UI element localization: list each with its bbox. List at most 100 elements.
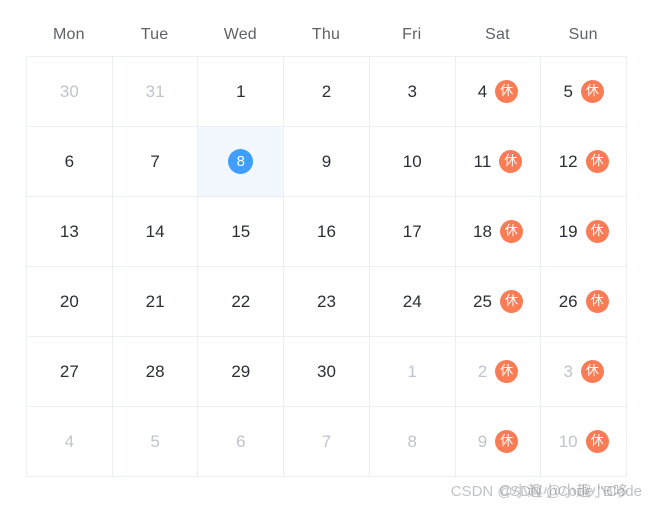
day-number: 19: [558, 222, 578, 241]
calendar-day-cell[interactable]: 21: [112, 267, 199, 337]
day-cell-content: 7: [113, 127, 198, 196]
calendar-day-cell[interactable]: 23: [284, 267, 370, 337]
calendar-day-cell[interactable]: 24: [369, 267, 456, 337]
calendar-day-cell[interactable]: 15: [198, 197, 285, 267]
calendar-day-cell[interactable]: 7: [284, 407, 370, 477]
day-number: 18: [472, 222, 492, 241]
weekday-label-fri: Fri: [402, 26, 422, 43]
holiday-badge-icon: 休: [499, 150, 523, 173]
day-number: 14: [145, 222, 165, 241]
day-cell-content: 8: [370, 407, 455, 476]
calendar-day-cell[interactable]: 18 休: [455, 197, 542, 267]
day-cell-content: 5: [113, 407, 198, 476]
day-number: 23: [317, 292, 336, 311]
day-number: 30: [59, 82, 79, 101]
calendar-day-cell[interactable]: 5: [112, 407, 199, 477]
day-number: 17: [402, 222, 422, 241]
day-cell-content: 18 休: [456, 197, 541, 266]
day-cell-content: 25 休: [456, 267, 541, 336]
calendar-day-cell[interactable]: 10: [369, 127, 456, 197]
calendar-day-cell[interactable]: 11 休: [455, 127, 542, 197]
day-number: 24: [402, 292, 422, 311]
calendar-day-cell[interactable]: 13: [27, 197, 113, 267]
calendar-day-cell[interactable]: 1: [198, 57, 285, 127]
calendar-day-cell[interactable]: 6: [27, 127, 113, 197]
calendar-day-cell[interactable]: 29: [198, 337, 285, 407]
calendar-day-cell[interactable]: 26 休: [541, 267, 628, 337]
calendar-day-cell[interactable]: 5休: [541, 57, 628, 127]
day-cell-content: 6: [27, 127, 112, 196]
holiday-badge-icon: 休: [495, 360, 519, 383]
calendar-day-cell[interactable]: 1: [369, 337, 456, 407]
calendar-day-cell[interactable]: 2休: [455, 337, 542, 407]
day-cell-content: 8: [198, 127, 283, 196]
day-cell-content: 4休: [456, 57, 541, 126]
day-number: 12: [558, 152, 578, 171]
calendar-day-cell[interactable]: 28: [112, 337, 199, 407]
day-cell-content: 4: [27, 407, 112, 476]
day-number: 6: [64, 152, 75, 171]
day-number: 31: [145, 82, 165, 101]
day-cell-content: 10 休: [541, 407, 626, 476]
calendar-day-cell[interactable]: 27: [27, 337, 113, 407]
day-number: 7: [150, 152, 160, 171]
day-number: 4: [64, 432, 75, 451]
weekday-label-tue: Tue: [140, 26, 169, 43]
watermark-text-secondary: CSDN @小趣小Code "B哆: [450, 483, 628, 500]
holiday-badge-icon: 休: [499, 290, 523, 313]
day-cell-content: 30: [284, 337, 369, 406]
day-cell-content: 27: [27, 337, 112, 406]
calendar-date-grid: 30 31 1 2 3 4 休 5 休 6 7 8 9 10 11 休 12 休 13 14 15 16 17 18 休 19 休 2…: [26, 56, 628, 477]
day-number: 28: [145, 362, 165, 381]
calendar-day-cell[interactable]: 4休: [455, 57, 542, 127]
calendar-week-row: 6 7 8 9 10 11 休 12 休: [27, 127, 628, 197]
day-cell-content: 11 休: [456, 127, 541, 196]
day-cell-content: 24: [370, 267, 455, 336]
calendar-day-cell[interactable]: 3: [369, 57, 456, 127]
calendar-day-cell[interactable]: 31: [112, 57, 199, 127]
calendar-day-cell[interactable]: 4: [27, 407, 113, 477]
calendar-day-cell[interactable]: 19 休: [541, 197, 628, 267]
day-cell-content: 15: [198, 197, 283, 266]
day-number: 4: [477, 82, 488, 101]
day-number: 10: [402, 152, 422, 171]
calendar-day-cell[interactable]: 14: [112, 197, 199, 267]
day-number: 30: [317, 362, 336, 381]
today-marker: 8: [228, 149, 254, 174]
calendar-day-cell[interactable]: 30: [284, 337, 370, 407]
day-cell-content: 23: [284, 267, 369, 336]
day-cell-content: 9: [284, 127, 369, 196]
calendar-day-cell[interactable]: 9: [284, 127, 370, 197]
weekday-label-sat: Sat: [485, 26, 510, 43]
day-cell-content: 31: [113, 57, 198, 126]
calendar-day-cell[interactable]: 22: [198, 267, 285, 337]
weekday-label-wed: Wed: [223, 26, 257, 43]
calendar-day-cell[interactable]: 25 休: [455, 267, 542, 337]
weekday-label-thu: Thu: [311, 26, 341, 43]
calendar-day-cell[interactable]: 6: [198, 407, 285, 477]
calendar-day-cell[interactable]: 16: [284, 197, 370, 267]
calendar-day-cell[interactable]: 9休: [455, 407, 542, 477]
calendar-day-cell[interactable]: 8: [198, 127, 285, 197]
day-number: 25: [472, 292, 492, 311]
holiday-badge-icon: 休: [585, 150, 609, 173]
calendar-day-cell[interactable]: 30: [27, 57, 113, 127]
calendar-day-cell[interactable]: 12 休: [541, 127, 628, 197]
day-number: 8: [407, 432, 417, 451]
holiday-badge-icon: 休: [585, 430, 609, 453]
holiday-badge-icon: 休: [580, 360, 604, 383]
day-cell-content: 17: [370, 197, 455, 266]
day-number: 26: [558, 292, 578, 311]
day-number: 11: [473, 152, 492, 171]
day-cell-content: 30: [27, 57, 112, 126]
day-cell-content: 3休: [541, 337, 626, 406]
calendar-day-cell[interactable]: 8: [369, 407, 456, 477]
day-cell-content: 9休: [456, 407, 541, 476]
holiday-badge-icon: 休: [580, 80, 604, 103]
calendar-day-cell[interactable]: 10 休: [541, 407, 628, 477]
calendar-day-cell[interactable]: 7: [112, 127, 199, 197]
calendar-day-cell[interactable]: 2: [284, 57, 370, 127]
calendar-day-cell[interactable]: 20: [27, 267, 113, 337]
calendar-day-cell[interactable]: 3休: [541, 337, 628, 407]
calendar-day-cell[interactable]: 17: [369, 197, 456, 267]
